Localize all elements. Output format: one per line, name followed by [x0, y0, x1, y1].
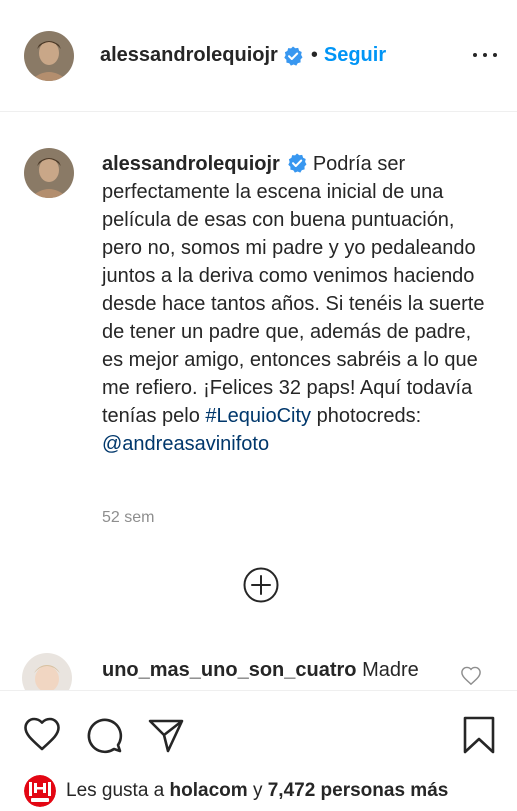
hola-logo — [24, 775, 56, 807]
heart-icon[interactable] — [22, 715, 62, 755]
share-icon[interactable] — [146, 715, 186, 755]
profile-photo — [24, 148, 74, 198]
follow-button[interactable]: Seguir — [324, 44, 386, 67]
mention-link[interactable]: @andreasavinifoto — [102, 433, 269, 455]
caption-text-after: photocreds: — [316, 405, 422, 427]
comment-item: uno_mas_uno_son_cuatro Madre — [0, 640, 517, 690]
likes-prefix: Les gusta a — [66, 780, 165, 801]
likes-summary: Les gusta a holacom y 7,472 personas más — [24, 775, 448, 807]
comment-heart-icon[interactable] — [460, 666, 482, 686]
verified-badge-icon — [287, 153, 307, 173]
caption-username[interactable]: alessandrolequiojr — [102, 153, 280, 175]
comment-body: uno_mas_uno_son_cuatro Madre — [102, 656, 442, 684]
comment-icon[interactable] — [84, 715, 124, 755]
caption-avatar[interactable] — [24, 148, 74, 198]
likes-conjunction: y — [252, 780, 263, 801]
post-actions-bar: Les gusta a holacom y 7,472 personas más — [0, 690, 517, 811]
separator-dot: • — [310, 44, 318, 66]
more-options-icon[interactable] — [473, 48, 497, 62]
hashtag-link[interactable]: #LequioCity — [205, 405, 311, 427]
profile-photo — [24, 31, 74, 81]
header-user-row: alessandrolequiojr • Seguir — [100, 44, 386, 67]
caption-text: Podría ser perfectamente la escena inici… — [102, 153, 485, 427]
bookmark-icon[interactable] — [459, 715, 499, 755]
likes-count[interactable]: 7,472 personas más — [268, 780, 449, 802]
header-username[interactable]: alessandrolequiojr — [100, 44, 278, 67]
liker-username[interactable]: holacom — [170, 780, 248, 802]
post-header: alessandrolequiojr • Seguir — [0, 0, 517, 112]
post-caption: alessandrolequiojr Podría ser perfectamen… — [102, 150, 497, 458]
post-timestamp[interactable]: 52 sem — [102, 509, 154, 527]
plus-circle-icon[interactable] — [243, 567, 279, 603]
verified-badge-icon — [283, 46, 303, 66]
profile-avatar[interactable] — [24, 31, 74, 81]
liker-avatar[interactable] — [24, 775, 56, 807]
comment-text: Madre — [362, 659, 419, 681]
commenter-username[interactable]: uno_mas_uno_son_cuatro — [102, 659, 357, 681]
